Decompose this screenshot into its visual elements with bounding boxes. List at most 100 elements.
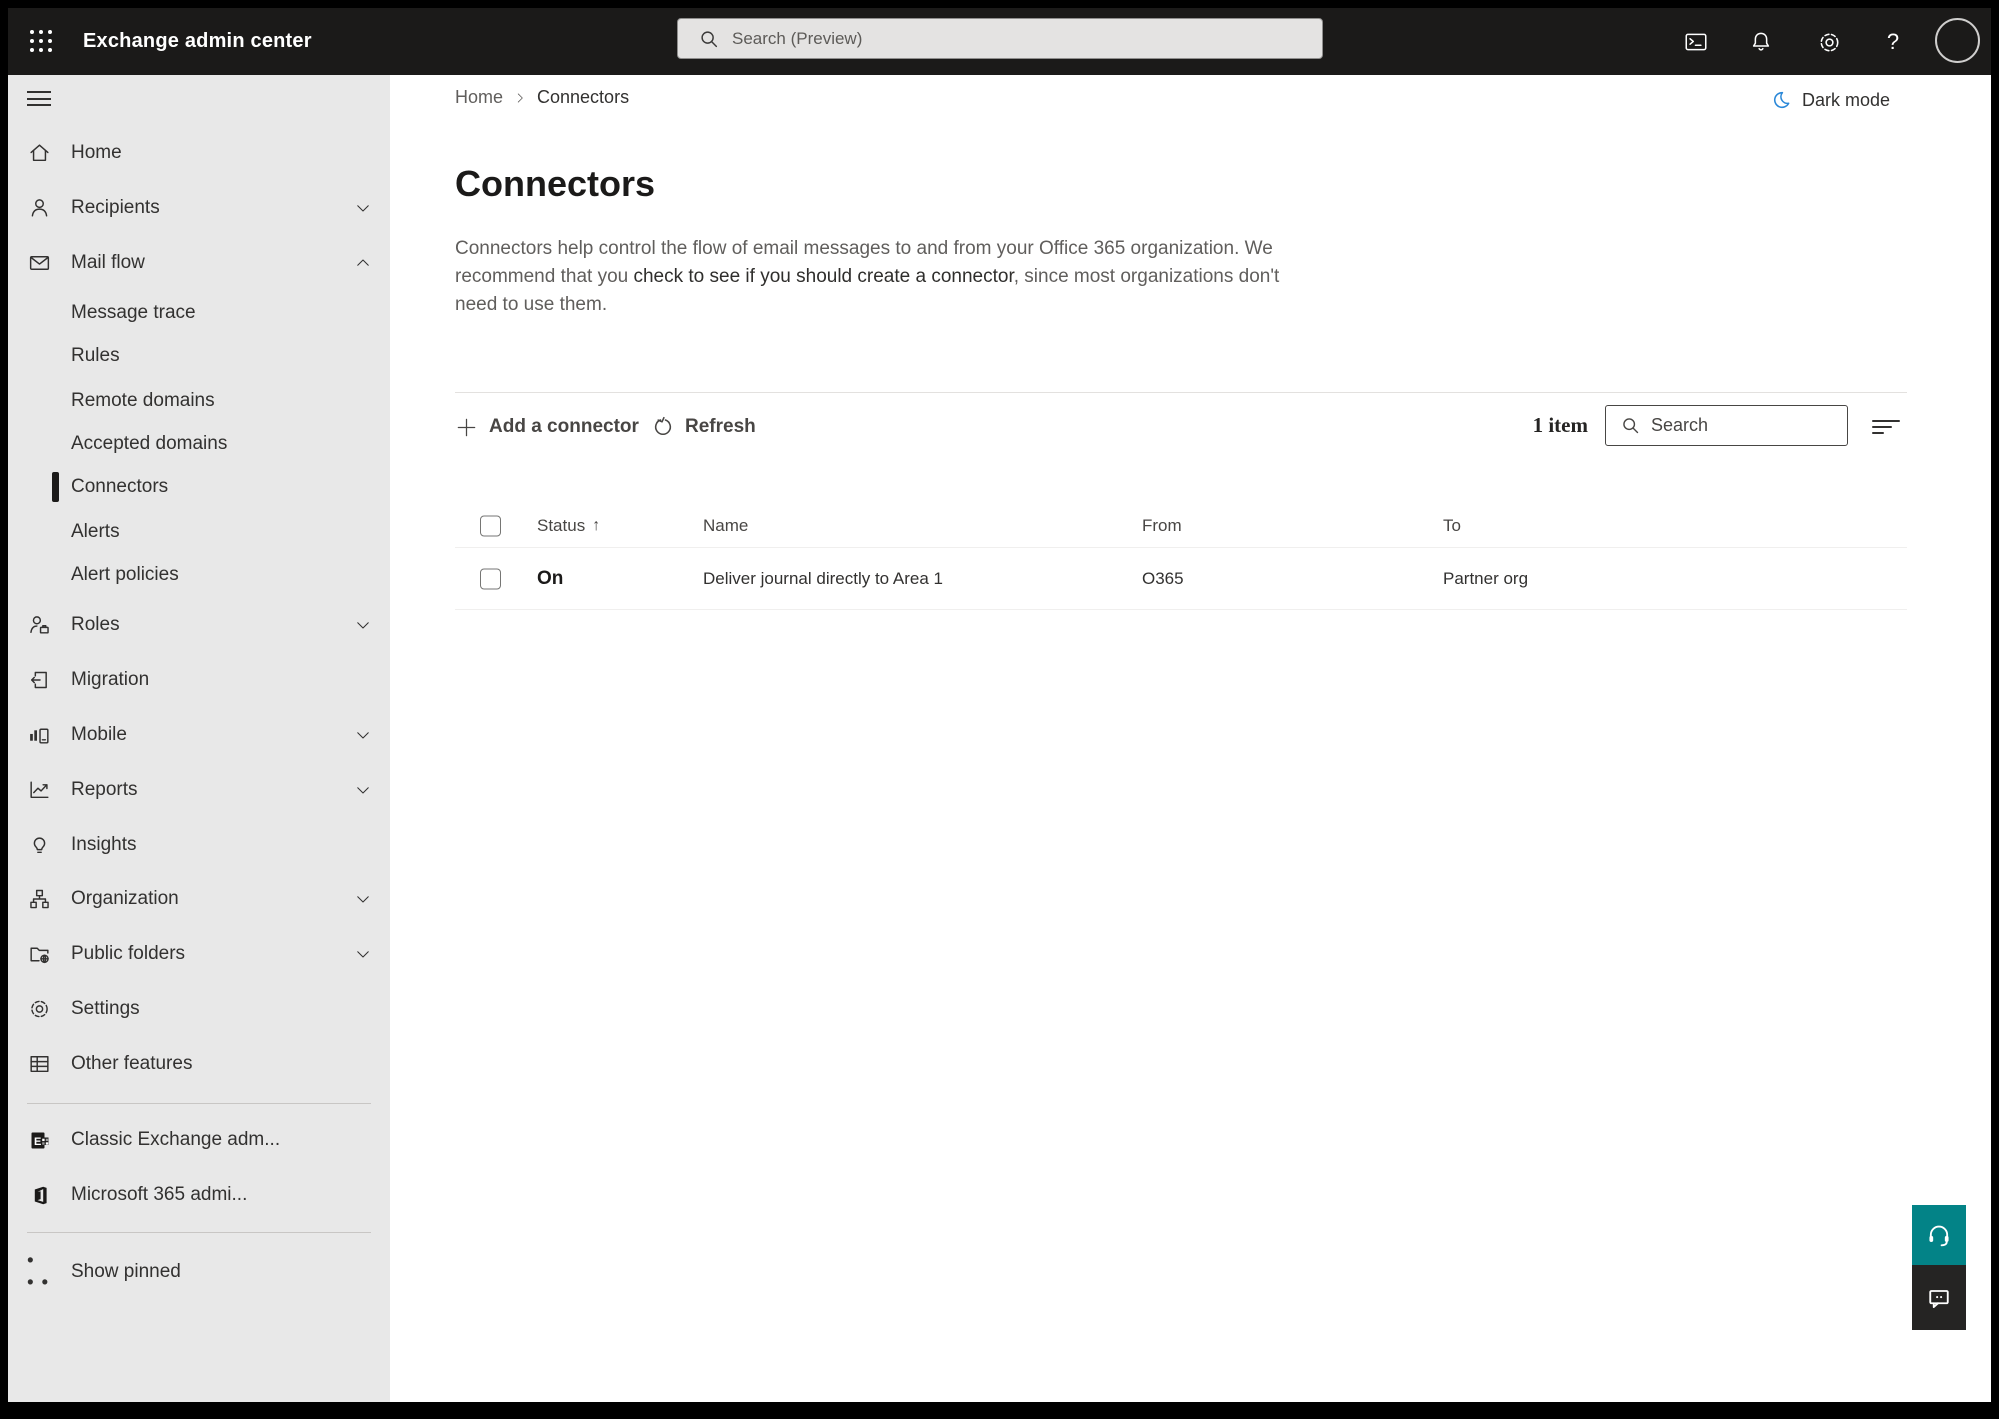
svg-text:E: E xyxy=(34,1136,41,1148)
sidebar-item-message-trace[interactable]: Message trace xyxy=(8,291,390,335)
search-icon xyxy=(1623,418,1639,434)
row-checkbox[interactable] xyxy=(480,568,501,589)
column-header-to[interactable]: To xyxy=(1443,516,1461,536)
sidebar-item-migration[interactable]: Migration xyxy=(8,658,390,702)
sidebar-item-other-features[interactable]: Other features xyxy=(8,1042,390,1086)
support-button[interactable] xyxy=(1912,1205,1966,1265)
search-icon xyxy=(701,30,718,47)
app-launcher-button[interactable] xyxy=(24,24,58,58)
sidebar-item-microsoft-365-admin[interactable]: Microsoft 365 admi... xyxy=(8,1173,390,1217)
home-icon xyxy=(27,141,52,166)
waffle-icon xyxy=(30,30,52,52)
sidebar-item-classic-exchange[interactable]: E Classic Exchange adm... xyxy=(8,1118,390,1162)
lightbulb-icon xyxy=(27,833,52,858)
sidebar-item-roles[interactable]: Roles xyxy=(8,603,390,647)
row-from: O365 xyxy=(1142,568,1184,588)
item-count: 1 item xyxy=(1532,413,1588,437)
chevron-down-icon xyxy=(354,726,372,744)
sidebar-item-reports[interactable]: Reports xyxy=(8,768,390,812)
cloud-shell-button[interactable] xyxy=(1680,26,1712,58)
feedback-button[interactable] xyxy=(1912,1265,1966,1330)
column-header-name[interactable]: Name xyxy=(703,516,748,536)
help-icon: ? xyxy=(1886,29,1900,54)
sidebar-item-mobile[interactable]: Mobile xyxy=(8,713,390,757)
chevron-down-icon xyxy=(354,945,372,963)
gear-icon xyxy=(1819,32,1839,52)
nav-collapse-button[interactable] xyxy=(27,91,51,106)
chevron-down-icon xyxy=(354,199,372,217)
add-connector-button[interactable]: Add a connector xyxy=(455,405,639,449)
chevron-up-icon xyxy=(354,254,372,272)
chat-icon xyxy=(1929,1289,1949,1308)
table-divider xyxy=(455,609,1907,610)
column-header-status[interactable]: Status ↑ xyxy=(537,516,600,536)
selected-indicator xyxy=(52,472,59,502)
roles-icon xyxy=(27,613,52,638)
gear-icon xyxy=(27,997,52,1022)
microsoft-365-logo-icon xyxy=(27,1183,52,1208)
refresh-icon xyxy=(654,416,672,435)
screenshot-frame: Exchange admin center Search (Preview) ?… xyxy=(0,0,1999,1419)
exchange-logo-icon: E xyxy=(27,1128,52,1153)
sidebar-item-public-folders[interactable]: Public folders xyxy=(8,932,390,976)
sidebar-item-settings[interactable]: Settings xyxy=(8,987,390,1031)
sidebar-item-organization[interactable]: Organization xyxy=(8,877,390,921)
row-status: On xyxy=(537,567,564,589)
sidebar-item-insights[interactable]: Insights xyxy=(8,823,390,867)
exchange-admin-center-app: Exchange admin center Search (Preview) ?… xyxy=(8,8,1991,1402)
breadcrumb: Home Connectors xyxy=(455,87,629,108)
terminal-icon xyxy=(1685,33,1707,51)
filter-icon xyxy=(1872,420,1900,434)
ellipsis-icon: • • • xyxy=(27,1250,51,1293)
main-content: Home Connectors Dark mode Connectors Con… xyxy=(390,75,1991,1402)
table-row[interactable]: On Deliver journal directly to Area 1 O3… xyxy=(390,548,1991,609)
account-avatar[interactable] xyxy=(1935,18,1980,63)
refresh-button[interactable]: Refresh xyxy=(652,405,756,449)
left-nav: Home Recipients Mail flow Message trace … xyxy=(8,75,390,1402)
sidebar-item-alerts[interactable]: Alerts xyxy=(8,510,390,554)
dark-mode-toggle[interactable]: Dark mode xyxy=(1770,89,1890,111)
select-all-checkbox[interactable] xyxy=(480,515,501,537)
filter-button[interactable] xyxy=(1868,411,1904,443)
notifications-button[interactable] xyxy=(1745,26,1777,58)
folder-globe-icon xyxy=(27,942,52,967)
global-search-box[interactable] xyxy=(677,18,1323,59)
row-to: Partner org xyxy=(1443,568,1529,588)
settings-button[interactable] xyxy=(1813,26,1845,58)
sidebar-item-alert-policies[interactable]: Alert policies xyxy=(8,553,390,597)
table-search-input[interactable] xyxy=(1641,406,1847,445)
page-title: Connectors xyxy=(455,163,656,204)
column-header-from[interactable]: From xyxy=(1142,516,1182,536)
app-title: Exchange admin center xyxy=(83,30,312,52)
person-icon xyxy=(27,196,52,221)
help-button[interactable]: ? xyxy=(1877,26,1909,58)
create-connector-check-link[interactable]: check to see if you should create a conn… xyxy=(633,266,1013,287)
org-chart-icon xyxy=(27,887,52,912)
breadcrumb-current: Connectors xyxy=(537,87,630,107)
sidebar-item-accepted-domains[interactable]: Accepted domains xyxy=(8,422,390,466)
sidebar-divider xyxy=(27,1103,371,1104)
reports-icon xyxy=(27,778,52,803)
bell-icon xyxy=(1752,32,1770,51)
mail-icon xyxy=(27,251,52,276)
sidebar-item-connectors[interactable]: Connectors xyxy=(8,465,390,509)
dark-mode-label: Dark mode xyxy=(1802,89,1891,110)
sidebar-item-home[interactable]: Home xyxy=(8,131,390,175)
chevron-down-icon xyxy=(354,781,372,799)
sidebar-item-recipients[interactable]: Recipients xyxy=(8,186,390,230)
sidebar-item-rules[interactable]: Rules xyxy=(8,334,390,378)
table-search-box[interactable] xyxy=(1605,405,1848,446)
breadcrumb-home-link[interactable]: Home xyxy=(455,87,503,108)
sidebar-item-mail-flow[interactable]: Mail flow xyxy=(8,241,390,285)
chevron-right-icon xyxy=(517,93,523,102)
top-bar: Exchange admin center Search (Preview) ? xyxy=(8,8,1991,75)
plus-icon xyxy=(457,418,476,436)
toolbar-top-divider xyxy=(455,392,1907,393)
sidebar-item-show-pinned[interactable]: • • • Show pinned xyxy=(8,1250,390,1294)
sidebar-divider xyxy=(27,1232,371,1233)
headset-icon xyxy=(1929,1225,1949,1247)
row-name: Deliver journal directly to Area 1 xyxy=(703,568,944,588)
sort-ascending-icon: ↑ xyxy=(592,517,601,534)
global-search-input[interactable] xyxy=(720,19,1322,58)
sidebar-item-remote-domains[interactable]: Remote domains xyxy=(8,379,390,423)
